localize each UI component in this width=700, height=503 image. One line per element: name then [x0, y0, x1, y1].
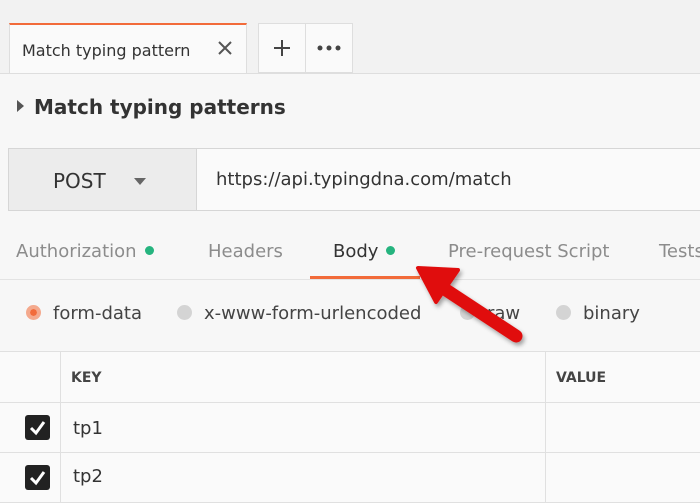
radio-x-www-form-urlencoded[interactable]: x-www-form-urlencoded — [177, 303, 421, 324]
key-cell[interactable]: tp1 — [73, 418, 103, 439]
row-checkbox[interactable] — [25, 415, 50, 440]
table-border — [0, 351, 700, 352]
table-border — [0, 452, 700, 453]
radio-unselected-icon — [556, 305, 571, 320]
more-horizontal-icon — [317, 45, 341, 51]
check-icon — [29, 471, 46, 486]
url-text: https://api.typingdna.com/match — [216, 169, 512, 190]
row-checkbox[interactable] — [25, 465, 50, 490]
url-input[interactable]: https://api.typingdna.com/match — [196, 148, 700, 211]
caret-right-icon[interactable] — [17, 100, 24, 112]
tab-authorization[interactable]: Authorization — [16, 241, 154, 262]
tab-label: Tests — [659, 241, 700, 262]
tabs-divider — [0, 279, 700, 280]
chevron-down-icon — [134, 178, 146, 185]
check-icon — [29, 421, 46, 436]
method-select[interactable]: POST — [8, 148, 197, 211]
plus-icon — [274, 40, 290, 56]
radio-binary[interactable]: binary — [556, 303, 640, 324]
table-column-divider — [545, 351, 546, 503]
tab-label: Authorization — [16, 241, 137, 262]
radio-label: binary — [583, 303, 640, 324]
tab-label: Headers — [208, 241, 283, 262]
tab-headers[interactable]: Headers — [208, 241, 283, 262]
tab-body[interactable]: Body — [333, 241, 396, 262]
annotation-arrow-icon — [416, 266, 523, 343]
radio-label: x-www-form-urlencoded — [204, 303, 422, 324]
tab-tests[interactable]: Tests — [659, 241, 700, 262]
column-header-value: VALUE — [556, 370, 607, 386]
tab-label: Body — [333, 241, 379, 262]
request-name[interactable]: Match typing patterns — [34, 95, 286, 119]
close-icon[interactable] — [214, 37, 236, 59]
key-cell[interactable]: tp2 — [73, 466, 103, 487]
radio-unselected-icon — [177, 305, 192, 320]
radio-form-data[interactable]: form-data — [26, 303, 142, 324]
status-dot — [386, 246, 396, 255]
table-border — [0, 402, 700, 403]
column-header-key: KEY — [71, 370, 102, 386]
request-tab-title: Match typing pattern — [22, 41, 191, 60]
radio-label: form-data — [53, 303, 143, 324]
url-bar: POST https://api.typingdna.com/match — [8, 148, 700, 211]
add-tab-button[interactable] — [258, 23, 306, 73]
request-tab-active[interactable]: Match typing pattern — [9, 23, 247, 74]
more-tabs-button[interactable] — [306, 23, 353, 73]
radio-selected-icon — [26, 305, 41, 320]
tab-strip-divider — [0, 73, 700, 74]
table-column-divider — [60, 351, 61, 503]
method-label: POST — [53, 169, 106, 193]
status-dot — [144, 246, 154, 255]
